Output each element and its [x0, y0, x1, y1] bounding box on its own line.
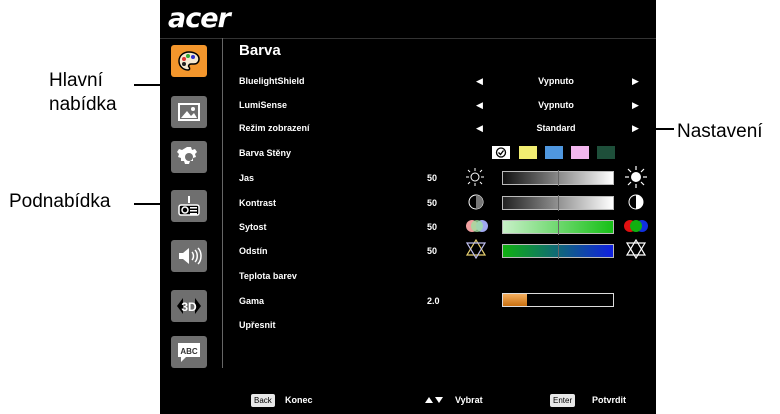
sun-high-icon — [625, 166, 647, 188]
menu-item-audio[interactable] — [171, 240, 207, 272]
right-arrow-icon[interactable]: ▶ — [632, 99, 639, 111]
saturation-slider[interactable] — [502, 219, 614, 235]
enter-key[interactable]: Enter — [550, 394, 576, 407]
settings-callout: Nastavení — [677, 121, 763, 142]
row-label-advanced[interactable]: Upřesnit — [239, 319, 276, 331]
hue-high-icon — [626, 239, 646, 259]
row-label-display-mode[interactable]: Režim zobrazení — [239, 122, 310, 134]
saturation-high-icon — [624, 220, 648, 232]
row-label-brightness[interactable]: Jas — [239, 172, 254, 184]
contrast-low-icon — [468, 194, 484, 210]
row-label-wall-color[interactable]: Barva Stěny — [239, 147, 291, 159]
saturation-low-icon — [466, 220, 488, 232]
palette-icon — [178, 51, 200, 71]
check-circle-icon — [495, 147, 507, 158]
up-down-arrows-icon — [425, 397, 443, 403]
wall-color-swatch-green[interactable] — [597, 146, 615, 159]
confirm-label: Potvrdit — [592, 395, 627, 405]
submenu-callout: Podnabídka — [9, 191, 111, 212]
contrast-value: 50 — [427, 198, 438, 208]
hue-value: 50 — [427, 246, 438, 256]
gear-icon — [177, 147, 197, 164]
sun-low-icon — [466, 168, 484, 186]
right-arrow-icon[interactable]: ▶ — [632, 75, 639, 87]
menu-item-picture[interactable] — [171, 96, 207, 128]
abc-language-icon: ABC — [178, 343, 200, 362]
speaker-icon — [179, 247, 202, 265]
left-arrow-icon[interactable]: ◀ — [476, 99, 483, 111]
gamma-value: 2.0 — [427, 296, 440, 306]
bluelightshield-value: Vypnuto — [538, 76, 574, 86]
wall-color-swatch-yellow[interactable] — [519, 146, 537, 159]
right-arrow-icon[interactable]: ▶ — [632, 122, 639, 134]
left-arrow-icon[interactable]: ◀ — [476, 122, 483, 134]
3d-label: 3D — [181, 300, 197, 314]
brightness-value: 50 — [427, 173, 438, 183]
left-arrow-icon[interactable]: ◀ — [476, 75, 483, 87]
lumisense-value: Vypnuto — [538, 100, 574, 110]
menu-item-color[interactable] — [171, 45, 207, 77]
menu-item-timer[interactable] — [171, 190, 207, 222]
header-divider — [160, 38, 656, 39]
hue-slider[interactable] — [502, 243, 614, 259]
slider-thumb[interactable] — [558, 195, 559, 211]
wall-color-swatch-pink[interactable] — [571, 146, 589, 159]
slider-thumb[interactable] — [558, 243, 559, 259]
menu-item-settings[interactable] — [171, 141, 207, 173]
main-menu-callout: Hlavní nabídka — [49, 69, 117, 117]
abc-label: ABC — [180, 347, 198, 356]
brightness-slider[interactable] — [502, 170, 614, 186]
wall-color-swatch-blue[interactable] — [545, 146, 563, 159]
menu-item-3d[interactable]: 3D — [171, 290, 207, 322]
clock-icon — [178, 196, 200, 216]
row-label-contrast[interactable]: Kontrast — [239, 197, 276, 209]
back-key[interactable]: Back — [251, 394, 275, 407]
row-label-gamma[interactable]: Gama — [239, 295, 264, 307]
gamma-fill — [503, 294, 527, 306]
contrast-slider[interactable] — [502, 195, 614, 211]
picture-icon — [178, 103, 200, 121]
hue-low-icon — [466, 239, 486, 259]
menu-item-language[interactable]: ABC — [171, 336, 207, 368]
sidebar-divider — [222, 38, 223, 368]
display-mode-value: Standard — [536, 123, 576, 133]
row-label-hue[interactable]: Odstín — [239, 245, 268, 257]
page-title: Barva — [239, 42, 281, 59]
gamma-slider[interactable] — [502, 293, 614, 307]
osd-menu: acer 3D ABC Barva BluelightShield ◀ Vypn… — [160, 0, 656, 414]
row-label-saturation[interactable]: Sytost — [239, 221, 267, 233]
saturation-value: 50 — [427, 222, 438, 232]
main-menu-callout-line1: Hlavní — [49, 70, 103, 91]
exit-label: Konec — [285, 395, 313, 405]
slider-thumb[interactable] — [558, 219, 559, 235]
slider-thumb[interactable] — [558, 170, 559, 186]
contrast-high-icon — [628, 194, 644, 210]
3d-icon: 3D — [177, 298, 201, 314]
wall-color-off-swatch[interactable] — [492, 146, 510, 159]
main-menu-callout-line2: nabídka — [49, 94, 117, 115]
row-label-lumisense[interactable]: LumiSense — [239, 99, 287, 111]
row-label-color-temperature[interactable]: Teplota barev — [239, 270, 297, 282]
acer-logo: acer — [168, 3, 231, 34]
select-label: Vybrat — [455, 395, 483, 405]
row-label-bluelightshield[interactable]: BluelightShield — [239, 75, 305, 87]
